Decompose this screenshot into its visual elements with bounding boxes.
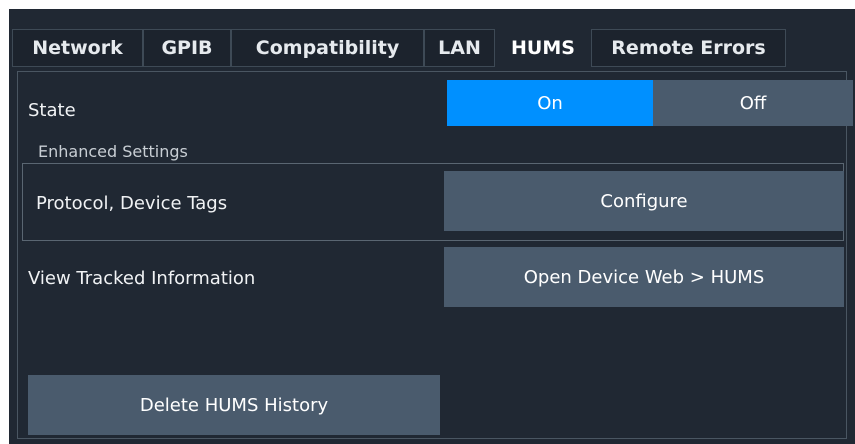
protocol-label: Protocol, Device Tags <box>36 193 228 214</box>
delete-hums-history-button[interactable]: Delete HUMS History <box>28 375 440 435</box>
tab-bar: Network GPIB Compatibility LAN HUMS Remo… <box>9 17 855 75</box>
hums-dialog: Network GPIB Compatibility LAN HUMS Remo… <box>9 9 855 444</box>
view-tracked-label: View Tracked Information <box>28 268 256 289</box>
tab-gpib[interactable]: GPIB <box>143 29 231 67</box>
tab-network[interactable]: Network <box>12 29 143 67</box>
tab-hums[interactable]: HUMS <box>495 29 591 67</box>
configure-button[interactable]: Configure <box>444 171 844 231</box>
state-off-button[interactable]: Off <box>653 80 853 126</box>
tab-lan[interactable]: LAN <box>424 29 495 67</box>
tab-compatibility[interactable]: Compatibility <box>231 29 424 67</box>
hums-panel: State On Off Enhanced Settings Protocol,… <box>17 71 853 439</box>
state-on-button[interactable]: On <box>447 80 653 126</box>
enhanced-settings-title: Enhanced Settings <box>38 142 188 161</box>
state-label: State <box>28 100 76 121</box>
tab-remote-errors[interactable]: Remote Errors <box>591 29 786 67</box>
open-device-web-button[interactable]: Open Device Web > HUMS <box>444 247 844 307</box>
